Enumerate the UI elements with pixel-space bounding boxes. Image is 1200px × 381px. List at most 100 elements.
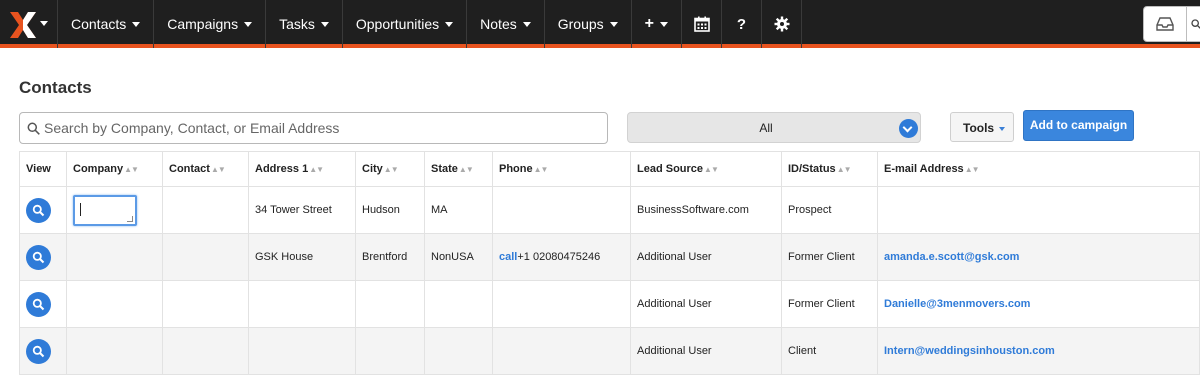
nav-campaigns[interactable]: Campaigns — [154, 0, 267, 48]
view-contact-button[interactable] — [26, 338, 51, 364]
sort-icon[interactable]: ▲▼ — [837, 165, 852, 174]
chevron-down-icon — [609, 21, 618, 27]
phone-cell[interactable] — [492, 186, 631, 234]
company-cell[interactable] — [66, 327, 163, 375]
phone-cell[interactable] — [492, 280, 631, 328]
address-cell[interactable]: GSK House — [248, 233, 356, 281]
chevron-down-icon — [40, 21, 48, 26]
sort-icon[interactable]: ▲▼ — [211, 165, 226, 174]
contact-cell[interactable] — [162, 280, 249, 328]
email-cell[interactable]: Intern@weddingsinhouston.com — [877, 327, 1200, 375]
search-box[interactable] — [19, 112, 608, 144]
resize-grip-icon[interactable] — [127, 215, 133, 222]
call-link[interactable]: call — [499, 251, 517, 263]
lead-source-cell[interactable]: BusinessSoftware.com — [630, 186, 782, 234]
tools-dropdown-button[interactable]: Tools — [950, 112, 1014, 142]
lead-source-cell[interactable]: Additional User — [630, 280, 782, 328]
sort-icon[interactable]: ▲▼ — [704, 165, 719, 174]
nav-tasks[interactable]: Tasks — [266, 0, 343, 48]
col-header-state[interactable]: State▲▼ — [424, 151, 493, 187]
address-cell[interactable]: 34 Tower Street — [248, 186, 356, 234]
email-cell[interactable]: Danielle@3menmovers.com — [877, 280, 1200, 328]
city-cell[interactable] — [355, 280, 425, 328]
state-cell[interactable] — [424, 327, 493, 375]
col-header-label: Contact — [169, 163, 210, 175]
add-to-campaign-button[interactable]: Add to campaign — [1023, 110, 1134, 141]
email-link[interactable]: Intern@weddingsinhouston.com — [884, 345, 1055, 357]
search-icon — [32, 298, 45, 310]
col-header-city[interactable]: City▲▼ — [355, 151, 425, 187]
search-input[interactable] — [44, 114, 604, 142]
city-cell[interactable] — [355, 327, 425, 375]
col-header-contact[interactable]: Contact▲▼ — [162, 151, 249, 187]
contacts-table: View Company▲▼ Contact▲▼ Address 1▲▼ Cit… — [19, 151, 1200, 375]
contact-cell[interactable] — [162, 186, 249, 234]
nav-add-new[interactable]: + — [632, 0, 682, 48]
app-logo-menu[interactable] — [0, 0, 58, 48]
phone-cell[interactable] — [492, 327, 631, 375]
nav-groups[interactable]: Groups — [545, 0, 632, 48]
contact-cell[interactable] — [162, 233, 249, 281]
table-row: Additional User Client Intern@weddingsin… — [19, 327, 1200, 375]
status-cell[interactable]: Former Client — [781, 233, 878, 281]
chevron-down-icon — [445, 21, 454, 27]
help-button[interactable]: ? — [722, 0, 762, 48]
sort-icon[interactable]: ▲▼ — [534, 165, 549, 174]
search-icon — [32, 204, 45, 216]
city-cell[interactable]: Brentford — [355, 233, 425, 281]
nav-notes[interactable]: Notes — [467, 0, 545, 48]
email-cell[interactable]: amanda.e.scott@gsk.com — [877, 233, 1200, 281]
state-cell[interactable]: NonUSA — [424, 233, 493, 281]
email-link[interactable]: Danielle@3menmovers.com — [884, 298, 1030, 310]
nav-notes-label: Notes — [480, 16, 517, 32]
status-cell[interactable]: Client — [781, 327, 878, 375]
lead-source-cell[interactable]: Additional User — [630, 233, 782, 281]
contact-cell[interactable] — [162, 327, 249, 375]
calendar-icon — [693, 16, 710, 32]
lead-source-cell[interactable]: Additional User — [630, 327, 782, 375]
sort-icon[interactable]: ▲▼ — [459, 165, 474, 174]
company-cell[interactable] — [66, 280, 163, 328]
nav-opportunities[interactable]: Opportunities — [343, 0, 468, 48]
help-icon: ? — [736, 15, 747, 33]
view-contact-button[interactable] — [26, 291, 51, 317]
col-header-status[interactable]: ID/Status▲▼ — [781, 151, 878, 187]
company-cell[interactable] — [66, 186, 163, 234]
state-cell[interactable] — [424, 280, 493, 328]
quick-search-button[interactable] — [1187, 6, 1200, 42]
city-cell[interactable]: Hudson — [355, 186, 425, 234]
inbox-button[interactable] — [1143, 6, 1187, 42]
text-cursor — [80, 202, 81, 216]
col-header-email[interactable]: E-mail Address▲▼ — [877, 151, 1200, 187]
phone-cell[interactable]: call+1 02080475246 — [492, 233, 631, 281]
address-cell[interactable] — [248, 280, 356, 328]
filter-select[interactable]: All — [627, 112, 921, 143]
view-contact-button[interactable] — [26, 197, 51, 223]
calendar-button[interactable] — [682, 0, 722, 48]
nav-contacts[interactable]: Contacts — [58, 0, 155, 48]
sort-icon[interactable]: ▲▼ — [309, 165, 324, 174]
search-icon — [32, 345, 45, 357]
settings-button[interactable] — [762, 0, 802, 48]
col-header-lead-source[interactable]: Lead Source▲▼ — [630, 151, 782, 187]
email-link[interactable]: amanda.e.scott@gsk.com — [884, 251, 1019, 263]
col-header-address[interactable]: Address 1▲▼ — [248, 151, 356, 187]
state-cell[interactable]: MA — [424, 186, 493, 234]
view-cell — [19, 280, 67, 328]
table-row: 34 Tower Street Hudson MA BusinessSoftwa… — [19, 186, 1200, 234]
status-cell[interactable]: Former Client — [781, 280, 878, 328]
address-cell[interactable] — [248, 327, 356, 375]
sort-icon[interactable]: ▲▼ — [965, 165, 980, 174]
sort-icon[interactable]: ▲▼ — [124, 165, 139, 174]
col-header-phone[interactable]: Phone▲▼ — [492, 151, 631, 187]
col-header-company[interactable]: Company▲▼ — [66, 151, 163, 187]
sort-icon[interactable]: ▲▼ — [384, 165, 399, 174]
email-cell[interactable] — [877, 186, 1200, 234]
view-contact-button[interactable] — [26, 244, 51, 270]
col-header-label: State — [431, 163, 458, 175]
status-cell[interactable]: Prospect — [781, 186, 878, 234]
search-icon — [27, 122, 40, 135]
company-edit-field[interactable] — [73, 194, 137, 226]
company-cell[interactable] — [66, 233, 163, 281]
nav-opportunities-label: Opportunities — [355, 16, 440, 32]
